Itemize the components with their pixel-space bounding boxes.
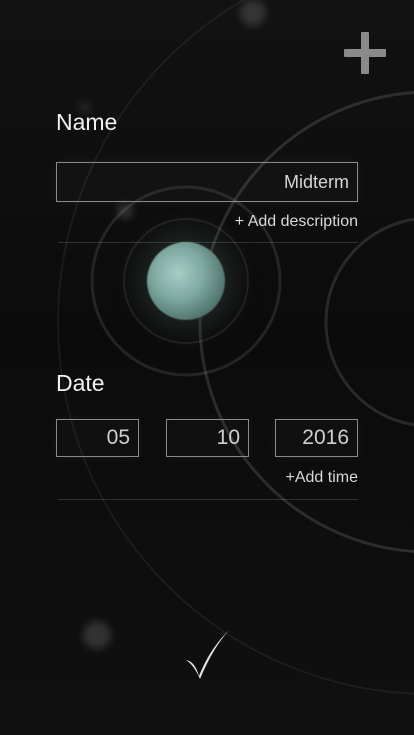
add-icon[interactable] xyxy=(344,32,386,74)
date-month-field[interactable]: 05 xyxy=(56,419,139,457)
star-glow xyxy=(83,621,111,649)
name-label: Name xyxy=(56,109,118,135)
create-event-screen: Name Midterm + Add description Date 05 1… xyxy=(0,0,414,735)
planet-image xyxy=(147,242,225,320)
date-year-field[interactable]: 2016 xyxy=(275,419,358,457)
star-glow xyxy=(117,203,133,219)
add-time-link[interactable]: +Add time xyxy=(286,469,358,487)
date-day-field[interactable]: 10 xyxy=(166,419,249,457)
divider xyxy=(58,499,358,500)
name-field[interactable]: Midterm xyxy=(56,162,358,202)
star-glow xyxy=(240,0,266,26)
add-description-link[interactable]: + Add description xyxy=(235,213,358,231)
confirm-button[interactable] xyxy=(184,626,232,682)
date-label: Date xyxy=(56,370,105,396)
divider xyxy=(58,242,358,243)
checkmark-icon xyxy=(186,630,229,679)
